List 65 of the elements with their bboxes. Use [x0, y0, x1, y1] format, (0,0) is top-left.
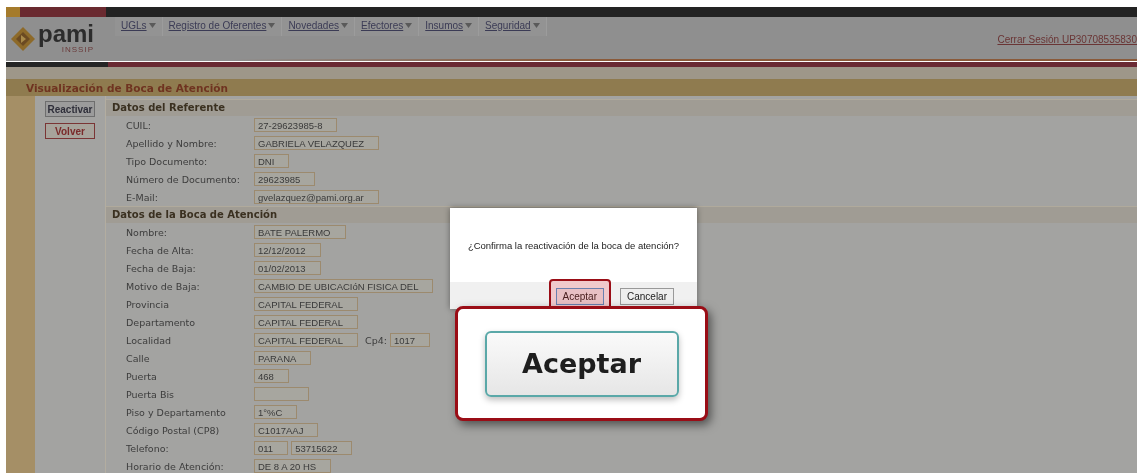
field-label: Motivo de Baja: [126, 280, 201, 292]
menu-item[interactable]: Registro de Oferentes [162, 17, 283, 36]
field-value: 53715622 [291, 441, 353, 455]
field-label: Apellido y Nombre: [126, 137, 218, 149]
field-label: Piso y Departamento [126, 406, 227, 418]
field-value: DE 8 A 20 HS [254, 459, 332, 473]
field-label: E-Mail: [126, 191, 159, 203]
field-value: 12/12/2012 [254, 243, 321, 257]
field-value: GABRIELA VELAZQUEZ [254, 136, 380, 150]
dialog-message: ¿Confirma la reactivación de la boca de atención? [467, 239, 680, 251]
field-label: Número de Documento: [126, 173, 241, 185]
menu-item[interactable]: Insumos [419, 17, 480, 36]
logout-link[interactable]: Cerrar Sesión UP30708535830 [997, 34, 1137, 45]
page-title: Visualización de Boca de Atención [26, 81, 228, 94]
cancel-button[interactable]: Cancelar [619, 287, 674, 305]
field-label: Horario de Atención: [126, 460, 225, 472]
field-label: Nombre: [126, 226, 168, 238]
field-label: Calle [126, 352, 151, 364]
field-label: Localidad [126, 334, 173, 346]
field-label: CUIL: [126, 119, 152, 131]
field-value: PARANA [254, 351, 312, 365]
field-label: Fecha de Baja: [126, 262, 197, 274]
logo-icon [10, 25, 36, 52]
field-value: BATE PALERMO [254, 225, 346, 239]
reactivate-button[interactable]: Reactivar [45, 101, 95, 117]
menu-item[interactable]: Efectores [355, 17, 420, 36]
field-value: 468 [254, 369, 289, 383]
field-value: 27-29623985-8 [254, 118, 338, 132]
field-value: gvelazquez@pami.org.ar [254, 190, 379, 204]
field-value: 01/02/2013 [254, 261, 321, 275]
field-label: Fecha de Alta: [126, 244, 195, 256]
empty-field [254, 387, 309, 401]
field-value: 1017 [389, 333, 430, 347]
field-label: Departamento [126, 316, 197, 328]
menu-item[interactable]: UGLs [115, 17, 163, 36]
field-value: C1017AAJ [254, 423, 319, 437]
section-header: Datos del Referente [106, 99, 1137, 116]
logo-subtitle: INSSIP [61, 45, 94, 54]
field-label: Telefono: [126, 442, 170, 454]
back-button[interactable]: Volver [45, 123, 95, 139]
menu-item[interactable]: Seguridad [479, 17, 547, 36]
accept-button[interactable]: Aceptar [555, 287, 604, 305]
field-value: CAPITAL FEDERAL [254, 297, 358, 311]
field-value: DNI [254, 154, 290, 168]
caret-icon [465, 23, 473, 28]
field-label: Cp4: [365, 334, 387, 346]
caret-icon [148, 23, 156, 28]
caret-icon [268, 23, 276, 28]
accept-button[interactable]: Aceptar [484, 330, 679, 397]
caret-icon [341, 23, 348, 28]
field-label: Puerta Bis [126, 388, 175, 400]
caret-icon [405, 23, 413, 28]
field-label: Código Postal (CP8) [126, 424, 221, 436]
caret-icon [532, 23, 540, 28]
field-value: 29623985 [254, 172, 316, 186]
field-label: Provincia [126, 298, 171, 310]
logo-wordmark: pami [38, 23, 94, 45]
menu-item[interactable]: Novedades [282, 17, 355, 36]
field-value: 011 [254, 441, 289, 455]
field-value: CAPITAL FEDERAL [254, 315, 358, 329]
field-value: 1°%C [254, 405, 298, 419]
field-label: Tipo Documento: [126, 155, 209, 167]
field-value: CAMBIO DE UBICACIóN FISICA DEL [254, 279, 434, 293]
field-label: Puerta [126, 370, 158, 382]
field-value: CAPITAL FEDERAL [254, 333, 358, 347]
